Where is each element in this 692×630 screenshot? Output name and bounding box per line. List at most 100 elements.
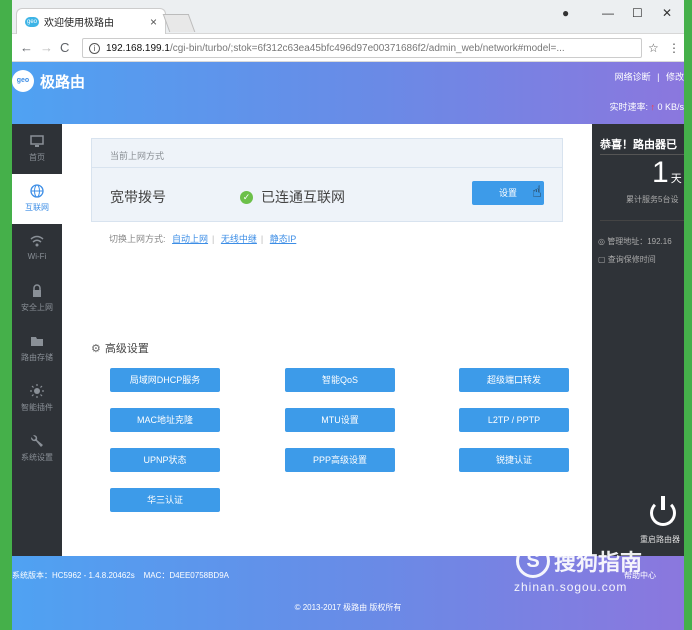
- management-address: ◎ 管理地址：192.16: [598, 237, 672, 246]
- speed-value: 0 KB/s: [657, 102, 684, 112]
- new-tab-button[interactable]: [162, 14, 196, 32]
- screen-left-edge: [0, 0, 12, 630]
- url-input[interactable]: i 192.168.199.1 /cgi-bin/turbo/;stok=6f3…: [82, 38, 642, 58]
- tab-title: 欢迎使用极路由: [44, 18, 114, 29]
- uptime-days-value: 1: [652, 156, 669, 189]
- panel-title: 当前上网方式: [110, 151, 165, 161]
- mac-clone-button[interactable]: MAC地址克隆: [110, 408, 220, 432]
- switch-label: 切换上网方式:: [109, 234, 166, 244]
- firmware-version: 系统版本：HC5962 - 1.4.8.20462s: [12, 571, 135, 580]
- url-host: 192.168.199.1: [106, 42, 170, 54]
- ruijie-auth-button[interactable]: 锐捷认证: [459, 448, 569, 472]
- sidebar-item-internet[interactable]: 互联网: [12, 174, 62, 224]
- switch-link-static-ip[interactable]: 静态IP: [270, 234, 297, 244]
- account-icon[interactable]: ●: [562, 6, 569, 20]
- mouse-cursor-icon: ☝: [532, 184, 542, 201]
- realtime-speed: 实时速率: ↑ 0 KB/s: [609, 100, 684, 113]
- uptime-days: 1天: [652, 156, 682, 190]
- warranty-link[interactable]: ▢ 查询保修时间: [598, 254, 656, 265]
- served-devices-text: 累计服务5台设: [626, 195, 679, 204]
- folder-icon: [31, 337, 43, 346]
- site-info-icon[interactable]: i: [89, 42, 100, 54]
- connection-panel: 当前上网方式 宽带拨号 ✓ 已连通互联网 设置: [91, 138, 563, 222]
- sun-icon: [30, 384, 44, 398]
- restart-router-label[interactable]: 重启路由器: [640, 534, 680, 545]
- forward-icon[interactable]: →: [40, 40, 53, 55]
- modify-link[interactable]: 修改: [666, 72, 684, 82]
- monitor-icon: [30, 135, 44, 147]
- advanced-settings-title: ⚙ 高级设置: [91, 340, 149, 356]
- menu-icon[interactable]: ⋮: [668, 41, 680, 55]
- mtu-settings-button[interactable]: MTU设置: [285, 408, 395, 432]
- sidebar-item-home[interactable]: 首页: [12, 124, 62, 174]
- tab-close-icon[interactable]: ×: [150, 15, 157, 29]
- sidebar-item-label: 智能插件: [21, 403, 53, 412]
- h3c-auth-button[interactable]: 华三认证: [110, 488, 220, 512]
- url-path: /cgi-bin/turbo/;stok=6f312c63ea45bfc496d…: [169, 42, 565, 54]
- status-panel: 恭喜！路由器已 1天 累计服务5台设 ◎ 管理地址：192.16 ▢ 查询保修时…: [592, 124, 684, 556]
- bookmark-star-icon[interactable]: ☆: [648, 41, 659, 55]
- ppp-advanced-button[interactable]: PPP高级设置: [285, 448, 395, 472]
- sidebar-item-system[interactable]: 系统设置: [12, 424, 62, 474]
- minimize-button[interactable]: —: [602, 6, 614, 20]
- header-link-separator: |: [657, 72, 660, 82]
- connection-type: 宽带拨号: [110, 189, 166, 205]
- connection-status-text: 已连通互联网: [261, 189, 345, 205]
- screen-right-edge: [684, 0, 692, 630]
- panel-divider: [92, 167, 562, 168]
- sogou-logo-icon: S: [516, 544, 550, 578]
- switch-link-repeater[interactable]: 无线中继: [221, 234, 257, 244]
- globe-icon: [30, 184, 44, 198]
- status-divider: [600, 220, 684, 221]
- port-forward-button[interactable]: 超级端口转发: [459, 368, 569, 392]
- switch-link-auto[interactable]: 自动上网: [172, 234, 208, 244]
- header-links: 网络诊断 | 修改: [615, 70, 684, 83]
- address-bar: ← → C i 192.168.199.1 /cgi-bin/turbo/;st…: [12, 34, 684, 62]
- browser-tab[interactable]: geo 欢迎使用极路由 ×: [16, 8, 166, 34]
- dhcp-service-button[interactable]: 局域网DHCP服务: [110, 368, 220, 392]
- back-icon[interactable]: ←: [20, 40, 33, 55]
- watermark-logo: S 搜狗指南: [516, 544, 642, 578]
- sidebar-item-security[interactable]: 安全上网: [12, 274, 62, 324]
- logo-mark-icon: geo: [12, 70, 34, 92]
- sidebar-item-label: 首页: [29, 153, 45, 162]
- upnp-status-button[interactable]: UPNP状态: [110, 448, 220, 472]
- version-info: 系统版本：HC5962 - 1.4.8.20462s MAC：D4EE0758B…: [12, 570, 229, 581]
- sidebar-item-storage[interactable]: 路由存储: [12, 324, 62, 374]
- browser-window: geo 欢迎使用极路由 × ● — ☐ ✕ ← → C i 192.168.19…: [12, 0, 684, 630]
- close-window-button[interactable]: ✕: [662, 6, 672, 20]
- reload-icon[interactable]: C: [60, 40, 69, 55]
- check-icon: ✓: [240, 190, 253, 204]
- gear-icon: ⚙: [91, 342, 101, 355]
- sidebar-item-label: 系统设置: [21, 453, 53, 462]
- app-header: geo 极路由 网络诊断 | 修改 实时速率: ↑ 0 KB/s: [12, 62, 684, 124]
- favicon-icon: geo: [25, 16, 39, 27]
- watermark-text: 搜狗指南: [554, 550, 643, 575]
- switch-connection-row: 切换上网方式: 自动上网 | 无线中继 | 静态IP: [109, 234, 297, 244]
- network-diagnose-link[interactable]: 网络诊断: [615, 72, 651, 82]
- upload-arrow-icon: ↑: [650, 102, 655, 112]
- mac-address: MAC：D4EE0758BD9A: [143, 571, 229, 580]
- sidebar-item-plugins[interactable]: 智能插件: [12, 374, 62, 424]
- brand-logo[interactable]: geo 极路由: [12, 70, 85, 92]
- maximize-button[interactable]: ☐: [632, 6, 643, 20]
- connection-status: ✓ 已连通互联网: [240, 187, 345, 207]
- sidebar-item-label: Wi-Fi: [27, 252, 47, 261]
- l2tp-pptp-button[interactable]: L2TP / PPTP: [459, 408, 569, 432]
- power-icon-bar: [661, 496, 665, 510]
- sidebar-item-wifi[interactable]: Wi-Fi: [12, 224, 62, 274]
- advanced-settings-label: 高级设置: [104, 343, 149, 355]
- main-content: 当前上网方式 宽带拨号 ✓ 已连通互联网 设置 ☝ 切换上网方式: 自动上网 | …: [62, 124, 592, 556]
- speed-label: 实时速率:: [609, 102, 648, 112]
- copyright: © 2013-2017 极路由 版权所有: [294, 603, 402, 612]
- wifi-icon: [30, 235, 44, 247]
- sidebar-item-label: 路由存储: [21, 353, 53, 362]
- smart-qos-button[interactable]: 智能QoS: [285, 368, 395, 392]
- sidebar: 首页 互联网 Wi-Fi 安全上网 路由存储 智能插件 系统设置: [12, 124, 62, 556]
- congrats-text: 恭喜！路由器已: [600, 139, 677, 151]
- lock-icon: [33, 284, 41, 297]
- status-divider: [600, 154, 684, 155]
- watermark-url: zhinan.sogou.com: [514, 580, 628, 594]
- sidebar-item-label: 安全上网: [21, 303, 53, 312]
- wrench-icon: [31, 435, 43, 447]
